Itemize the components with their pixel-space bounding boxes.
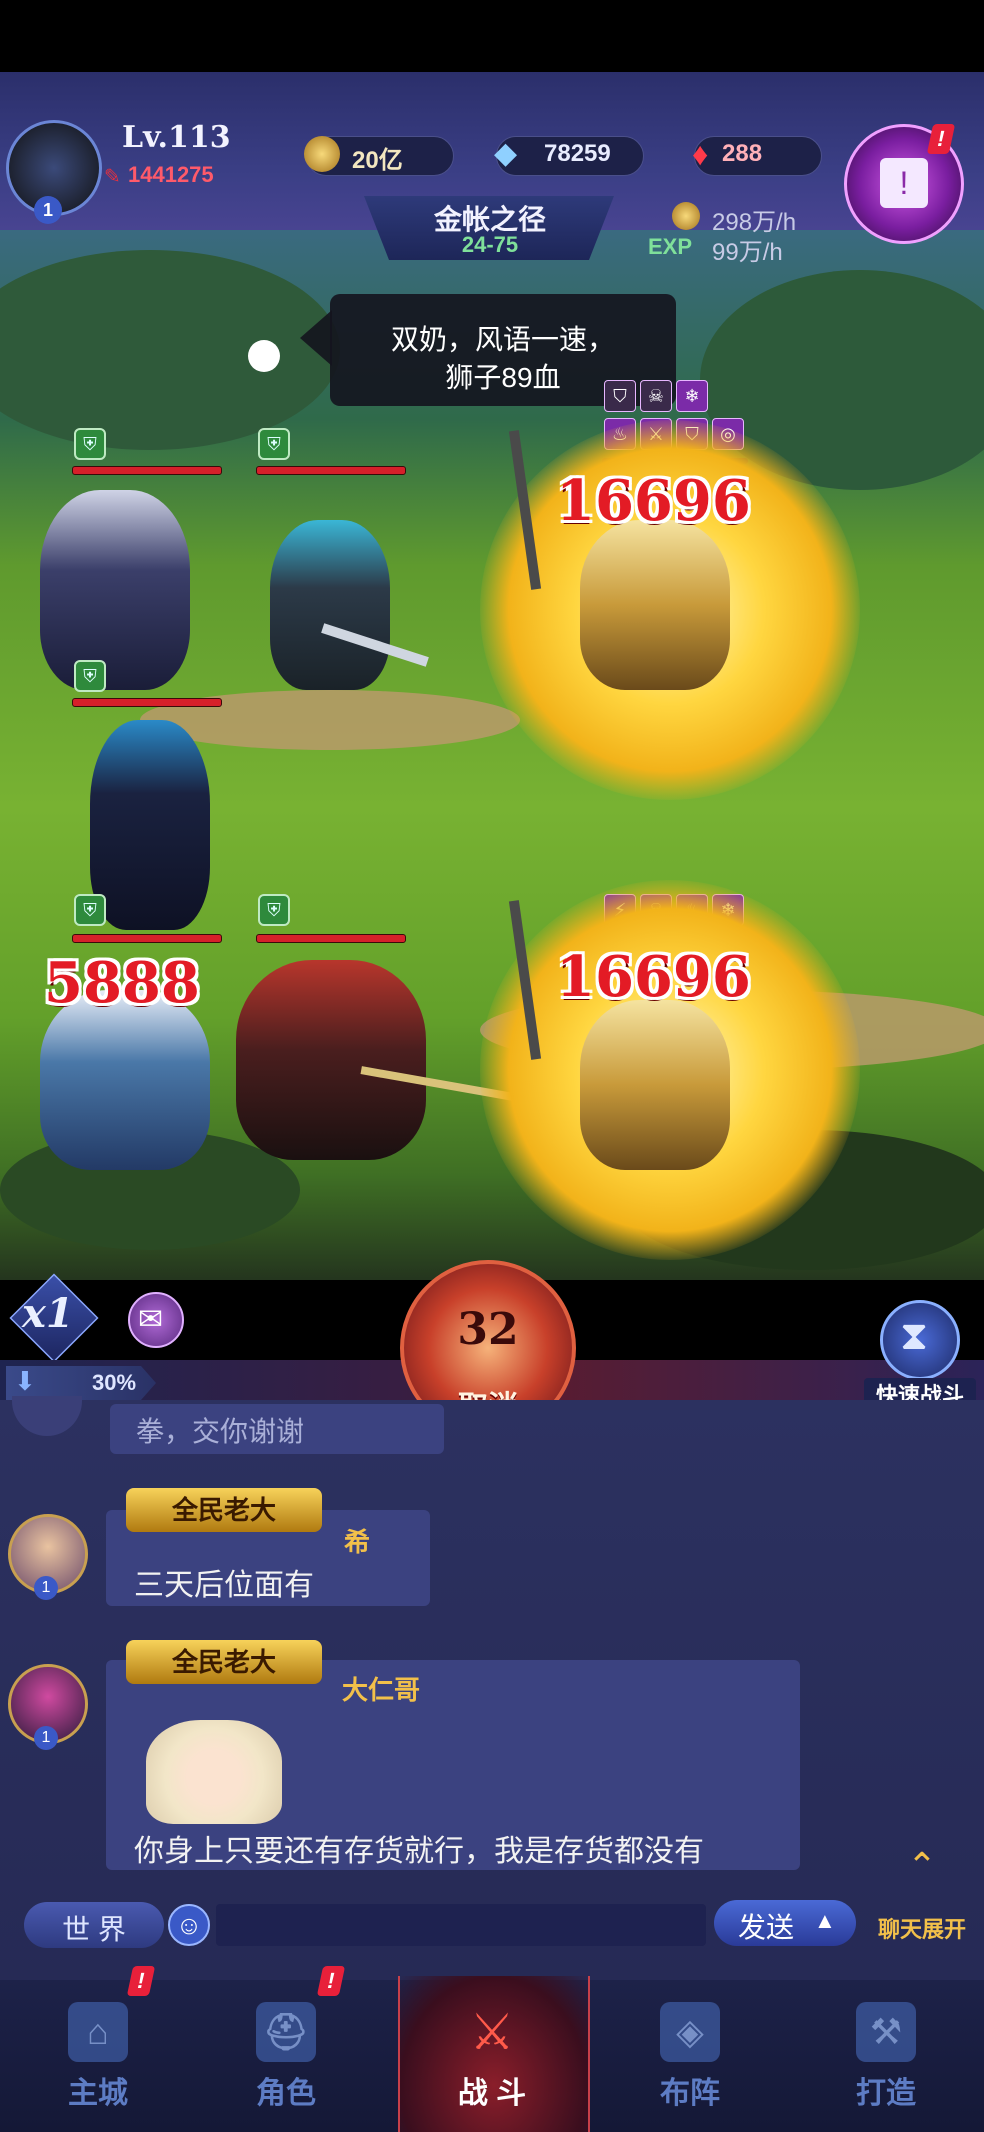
chat-sticker [146, 1720, 282, 1824]
ally-hp-bar [256, 934, 406, 943]
send-arrow-icon: ▲ [814, 1908, 836, 1933]
chat-sender-name: 大仁哥 [342, 1675, 421, 1705]
send-label: 发送 [738, 1912, 795, 1943]
nav-forge[interactable]: ⚒ 打造 [788, 1980, 984, 2132]
ally-shield-icon: ⛨ [258, 428, 290, 460]
nav-characters[interactable]: ⛑ 角色 [188, 1980, 384, 2132]
player-power: 1441275 [128, 162, 214, 187]
ally-hero-lancer[interactable] [236, 960, 426, 1160]
ally-hero-swordsman[interactable] [270, 520, 390, 690]
debuff-skull-icon: ☠ [640, 380, 672, 412]
gold-value: 20亿 [352, 147, 403, 174]
speed-label: x1 [22, 1290, 74, 1337]
vip-badge: 全民老大 [126, 1488, 322, 1532]
ally-hp-bar [72, 698, 222, 707]
nav-formation[interactable]: ◈ 布阵 [592, 1980, 788, 2132]
nav-label: 打造 [856, 2077, 916, 2110]
buff-down-icon: ⬇ [14, 1366, 36, 1396]
ally-hp-bar [72, 466, 222, 475]
avatar-rank-badge: 1 [34, 196, 62, 224]
tip-pointer [300, 310, 332, 366]
nav-main-city[interactable]: ⌂ 主城 [0, 1980, 196, 2132]
ally-hp-bar [72, 934, 222, 943]
chat-expand-label[interactable]: 聊天展开 [872, 1912, 972, 1944]
chat-partial-text: 拳，交你谢谢 [136, 1416, 305, 1447]
exp-label: EXP [648, 234, 693, 259]
diamond-icon: ◆ [494, 137, 518, 170]
chat-avatar-rank: 1 [34, 1576, 58, 1600]
debuff-frost-icon: ❄ [676, 380, 708, 412]
chat-sender-name: 希 [344, 1527, 371, 1557]
player-level: Lv.113 [122, 120, 231, 155]
ally-hero-shadow-reaper[interactable] [90, 720, 210, 930]
nav-label: 战 斗 [457, 2077, 527, 2110]
power-icon: ✎ [104, 166, 121, 188]
buff-percent: 30% [92, 1370, 137, 1395]
chat-input[interactable] [216, 1904, 706, 1946]
red-gem-value: 288 [722, 140, 763, 167]
ally-shield-icon: ⛨ [74, 428, 106, 460]
turn-counter: 32 [457, 1304, 519, 1355]
hourglass-icon: ⧗ [900, 1314, 929, 1358]
enemy-lion-beast-bottom[interactable] [580, 1000, 730, 1170]
mail-icon: ✉ [138, 1303, 164, 1336]
diamond-value: 78259 [544, 140, 611, 167]
vip-badge: 全民老大 [126, 1640, 322, 1684]
nav-label: 主城 [68, 2077, 128, 2110]
emoji-button[interactable]: ☺ [168, 1904, 210, 1946]
enemy-damage-number-top: 16696 [556, 468, 751, 534]
ally-shield-icon: ⛨ [258, 894, 290, 926]
formation-icon: ◈ [660, 2002, 720, 2062]
gold-income-icon [672, 202, 700, 230]
chat-channel-label: 世 界 [62, 1914, 126, 1945]
nav-label: 布阵 [660, 2077, 720, 2110]
status-bar [0, 0, 984, 72]
exp-income-rate: 99万/h [712, 239, 783, 266]
enemy-damage-number-bottom: 16696 [556, 944, 751, 1010]
red-gem-icon: ♦ [692, 136, 709, 172]
chat-expand-icon[interactable]: ⌃ [902, 1846, 942, 1886]
helmet-icon: ⛑ [256, 2002, 316, 2062]
ally-hp-bar [256, 466, 406, 475]
ally-hero-sage[interactable] [40, 990, 210, 1170]
ally-damage-number: 5888 [44, 950, 200, 1016]
gold-coin-icon [304, 136, 340, 172]
scroll-icon: ! [880, 158, 928, 208]
chat-message-text: 三天后位面有 [134, 1569, 314, 1602]
nav-label: 角色 [256, 2077, 316, 2110]
nav-battle[interactable]: ⚔ 战 斗 [394, 1980, 590, 2132]
castle-icon: ⌂ [68, 2002, 128, 2062]
ally-shield-icon: ⛨ [74, 660, 106, 692]
stage-level: 24-75 [461, 232, 519, 257]
chat-message-text: 你身上只要还有存货就行，我是存货都没有 [134, 1835, 704, 1868]
debuff-shield-icon: ⛉ [604, 380, 636, 412]
ally-hero-dark-knight[interactable] [40, 490, 190, 690]
enemy-lion-beast-top[interactable] [580, 520, 730, 690]
tip-line-1: 双奶，风语一速， [390, 324, 615, 355]
ally-shield-icon: ⛨ [74, 894, 106, 926]
chat-avatar-rank: 1 [34, 1726, 58, 1750]
anvil-icon: ⚒ [856, 2002, 916, 2062]
tip-dot [248, 340, 280, 372]
crossed-swords-icon: ⚔ [469, 2004, 515, 2060]
